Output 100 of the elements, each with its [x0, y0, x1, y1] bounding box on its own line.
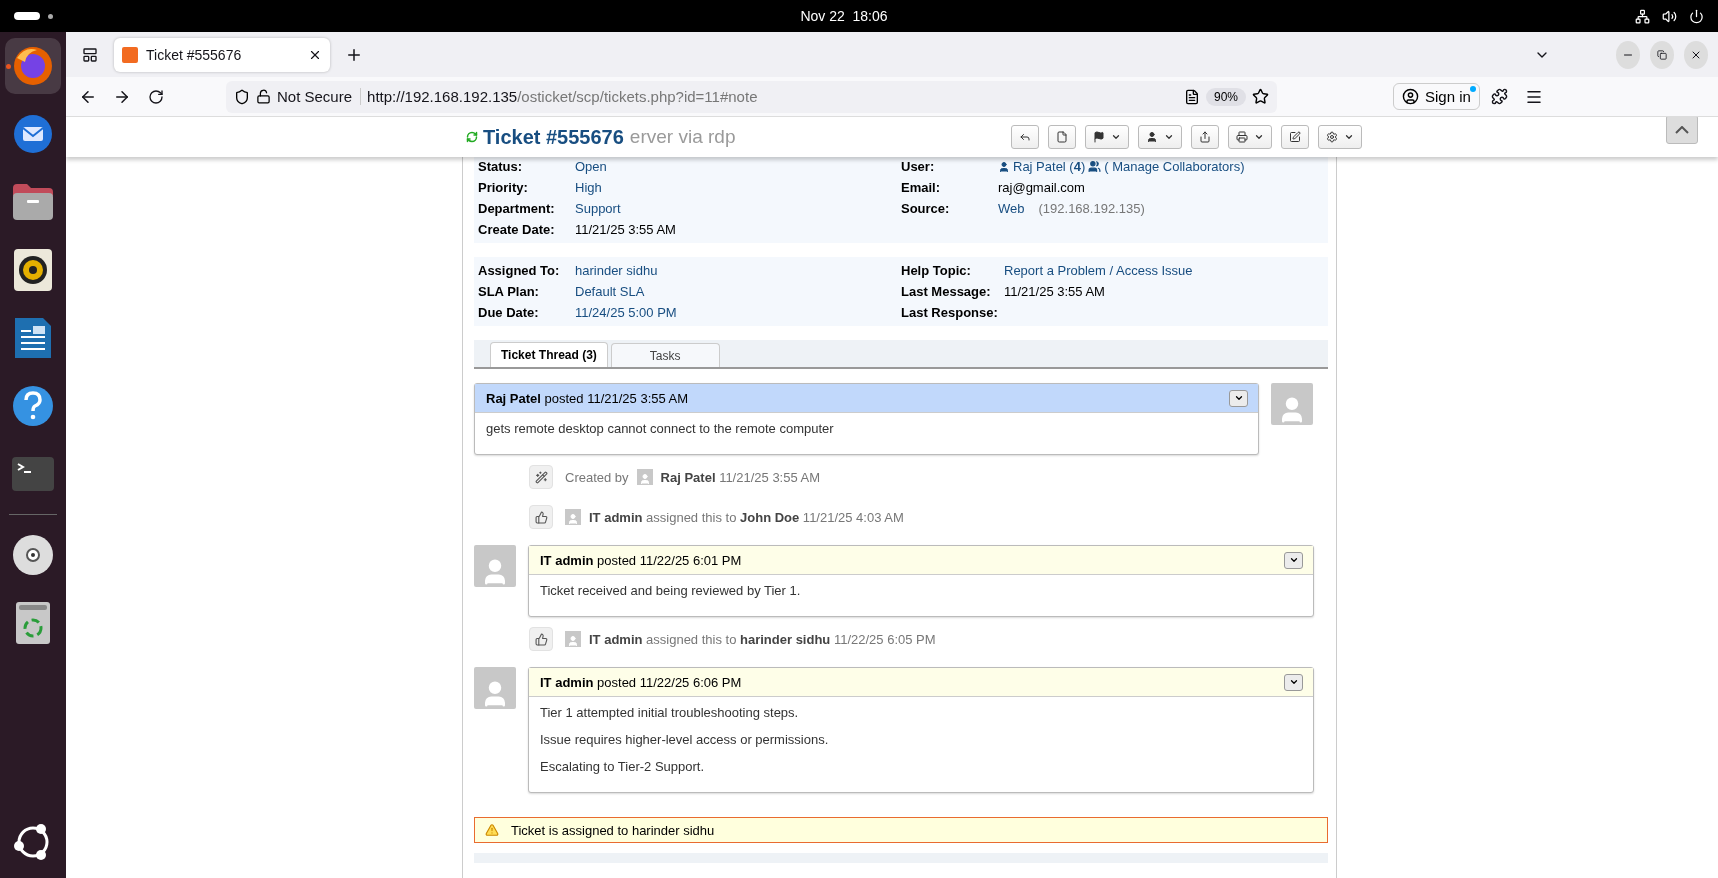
user-action-button[interactable]	[1138, 125, 1182, 149]
user-link[interactable]: Raj Patel (4)	[1013, 159, 1086, 174]
collaborators-link[interactable]: ( Manage Collaborators)	[1104, 159, 1245, 174]
mail-app-icon[interactable]	[11, 112, 55, 156]
pencil-icon	[1289, 131, 1301, 143]
reply-action-button[interactable]	[1011, 125, 1039, 149]
disc-icon[interactable]	[11, 533, 55, 577]
firefox-icon[interactable]	[11, 44, 55, 88]
speaker-icon[interactable]	[13, 248, 53, 292]
url-field[interactable]: Not Secure http://192.168.192.135/osticket/scp/tickets.php?id=11#note 90%	[226, 80, 1277, 113]
restore-icon	[1657, 49, 1667, 60]
ticket-subject: erver via rdp	[629, 126, 736, 148]
network-icon[interactable]	[1635, 8, 1650, 24]
document-icon[interactable]	[13, 316, 53, 360]
workspace-dot	[48, 13, 53, 19]
print-icon	[1236, 131, 1248, 143]
caret-icon	[1233, 393, 1244, 403]
user-icon	[1146, 131, 1158, 143]
reader-view-icon[interactable]	[1183, 88, 1200, 105]
settings-action-button[interactable]	[1318, 125, 1362, 149]
field-link[interactable]: harinder sidhu	[575, 263, 658, 278]
zoom-level[interactable]: 90%	[1205, 87, 1246, 106]
avatar-icon	[1271, 383, 1313, 425]
chevron-up-icon	[1675, 125, 1689, 134]
field-link[interactable]: High	[575, 180, 602, 195]
share-action-button[interactable]	[1191, 125, 1219, 149]
edit-action-button[interactable]	[1281, 125, 1309, 149]
field-value: 11/21/25 3:55 AM	[1004, 284, 1105, 299]
field-link[interactable]: Report a Problem / Access Issue	[1004, 263, 1193, 278]
ticket-title[interactable]: Ticket #555676	[483, 125, 624, 149]
field-note: (192.168.192.135)	[1038, 201, 1145, 216]
thread-tab[interactable]: Tasks	[610, 343, 720, 367]
event-text: IT admin assigned this to John Doe 11/21/25 4:03 AM	[589, 509, 904, 525]
avatar-icon	[565, 509, 581, 525]
caret-icon	[1164, 132, 1174, 142]
field-label: User:	[901, 159, 936, 174]
minimize-button[interactable]	[1616, 40, 1640, 69]
shield-icon	[234, 88, 250, 105]
clock-time: 18:06	[852, 8, 888, 24]
dropdown-button[interactable]	[1284, 551, 1303, 569]
scroll-top-button[interactable]	[1666, 117, 1698, 144]
message-text: Issue requires higher-level access or permissions.	[540, 732, 830, 747]
event-text: Created by	[565, 469, 629, 485]
note-action-button[interactable]	[1048, 125, 1076, 149]
alert-text: Ticket is assigned to harinder sidhu	[511, 822, 715, 838]
dropdown-button[interactable]	[1284, 673, 1303, 691]
print-action-button[interactable]	[1228, 125, 1272, 149]
field-link[interactable]: Default SLA	[575, 284, 645, 299]
field-label: Help Topic:	[901, 263, 972, 278]
notification-dot	[1469, 86, 1476, 92]
dropdown-button[interactable]	[1229, 389, 1248, 407]
file-icon	[1056, 131, 1068, 143]
users-icon	[1088, 160, 1102, 173]
star-icon[interactable]	[1252, 88, 1269, 105]
caret-icon	[1288, 677, 1299, 687]
field-label: Source:	[901, 201, 951, 216]
restore-button[interactable]	[1650, 40, 1674, 69]
field-link[interactable]: 11/24/25 5:00 PM	[575, 305, 677, 320]
flag-action-button[interactable]	[1085, 125, 1129, 149]
power-icon[interactable]	[1689, 8, 1704, 24]
trash-icon[interactable]	[15, 601, 51, 645]
field-label: Due Date:	[478, 305, 540, 320]
volume-icon[interactable]	[1662, 8, 1677, 24]
caret-icon	[1344, 132, 1354, 142]
caret-icon	[1288, 555, 1299, 565]
field-link[interactable]: Support	[575, 201, 621, 216]
share-icon	[1199, 131, 1211, 143]
clock-date: Nov 22	[800, 8, 845, 24]
refresh-icon[interactable]	[466, 131, 478, 143]
help-icon[interactable]	[11, 384, 55, 428]
field-label: Last Message:	[901, 284, 992, 299]
field-label: Priority:	[478, 180, 529, 195]
sign-in-button[interactable]: Sign in	[1393, 83, 1480, 110]
favicon	[122, 46, 138, 63]
avatar-icon	[474, 545, 516, 587]
field-label: Status:	[478, 159, 524, 174]
field-label: Last Response:	[901, 305, 999, 320]
gear-icon	[1326, 131, 1338, 143]
field-label: Create Date:	[478, 222, 556, 237]
browser-tab[interactable]: Ticket #555676	[114, 37, 330, 72]
activities-button[interactable]	[14, 12, 40, 20]
thumbs-up-icon	[529, 505, 553, 529]
field-link[interactable]: Open	[575, 159, 607, 174]
wand-icon	[529, 465, 553, 489]
message-header-text: IT admin posted 11/22/25 6:01 PM	[540, 552, 742, 568]
message-text: Tier 1 attempted initial troubleshooting steps.	[540, 705, 800, 720]
avatar-icon	[636, 469, 653, 485]
field-link[interactable]: Web	[998, 201, 1025, 216]
reply-icon	[1019, 131, 1031, 143]
folder-icon[interactable]	[11, 182, 55, 222]
terminal-icon[interactable]	[11, 456, 55, 492]
message-text: Ticket received and being reviewed by Tier 1.	[540, 583, 802, 598]
running-indicator	[6, 64, 11, 69]
field-label: Assigned To:	[478, 263, 561, 278]
avatar-icon	[474, 667, 516, 709]
message-text: gets remote desktop cannot connect to the remote computer	[486, 421, 835, 436]
field-value: 11/21/25 3:55 AM	[575, 222, 676, 237]
thread-tab[interactable]: Ticket Thread (3)	[490, 342, 608, 367]
message-header-text: IT admin posted 11/22/25 6:06 PM	[540, 674, 742, 690]
flag-icon	[1093, 131, 1105, 143]
